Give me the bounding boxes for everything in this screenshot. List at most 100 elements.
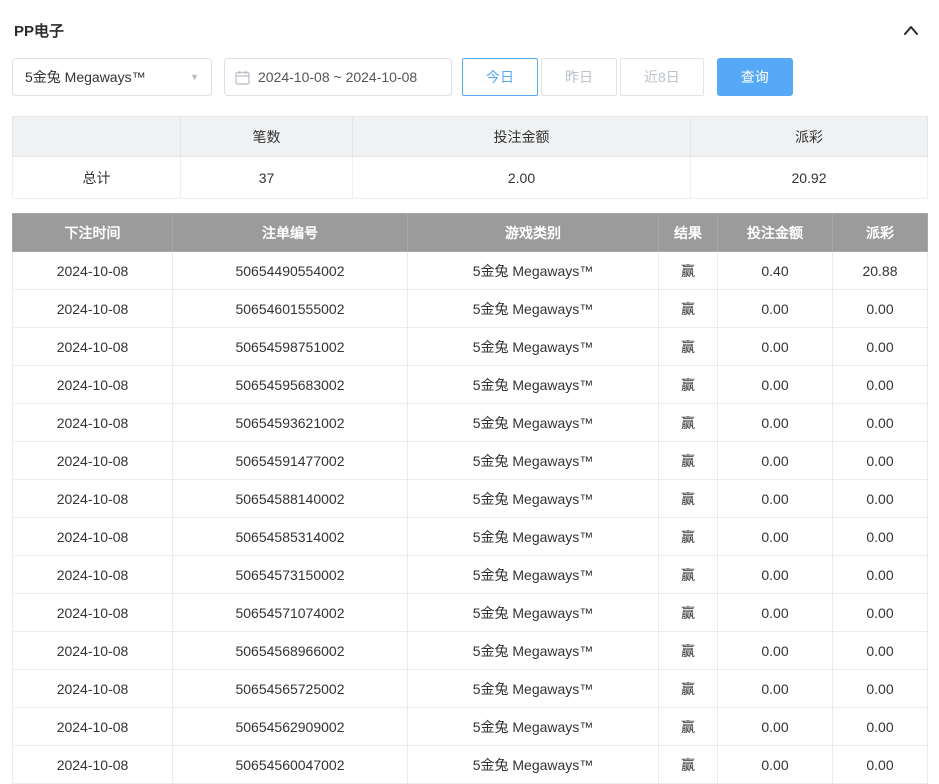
cell-order_no: 50654562909002	[173, 708, 408, 746]
header-result: 结果	[659, 214, 718, 252]
table-row: 2024-10-08506545689660025金兔 Megaways™赢0.…	[13, 632, 928, 670]
cell-game: 5金兔 Megaways™	[408, 556, 659, 594]
panel-header: PP电子	[12, 10, 927, 56]
cell-time: 2024-10-08	[13, 556, 173, 594]
cell-order_no: 50654593621002	[173, 404, 408, 442]
cell-game: 5金兔 Megaways™	[408, 290, 659, 328]
summary-total-row: 总计 37 2.00 20.92	[13, 157, 928, 199]
header-bet-time: 下注时间	[13, 214, 173, 252]
summary-total-count: 37	[181, 157, 353, 199]
quick-range-today-button[interactable]: 今日	[462, 58, 538, 96]
cell-payout: 0.00	[833, 670, 928, 708]
cell-result: 赢	[659, 366, 718, 404]
calendar-icon	[235, 70, 250, 85]
cell-payout: 0.00	[833, 556, 928, 594]
cell-game: 5金兔 Megaways™	[408, 746, 659, 784]
cell-result: 赢	[659, 708, 718, 746]
panel-title: PP电子	[14, 20, 64, 41]
quick-range-group: 今日 昨日 近8日	[462, 58, 704, 96]
summary-table: 笔数 投注金额 派彩 总计 37 2.00 20.92	[12, 116, 928, 199]
cell-order_no: 50654571074002	[173, 594, 408, 632]
cell-bet: 0.00	[718, 442, 833, 480]
cell-bet: 0.00	[718, 366, 833, 404]
summary-header-bet: 投注金额	[353, 117, 691, 157]
bet-table: 下注时间 注单编号 游戏类别 结果 投注金额 派彩 2024-10-085065…	[12, 213, 928, 784]
cell-bet: 0.00	[718, 632, 833, 670]
cell-bet: 0.00	[718, 746, 833, 784]
cell-time: 2024-10-08	[13, 518, 173, 556]
cell-bet: 0.00	[718, 480, 833, 518]
header-bet-amount: 投注金额	[718, 214, 833, 252]
table-row: 2024-10-08506545657250025金兔 Megaways™赢0.…	[13, 670, 928, 708]
table-row: 2024-10-08506545710740025金兔 Megaways™赢0.…	[13, 594, 928, 632]
summary-total-payout: 20.92	[691, 157, 928, 199]
table-row: 2024-10-08506545956830025金兔 Megaways™赢0.…	[13, 366, 928, 404]
search-button[interactable]: 查询	[717, 58, 793, 96]
cell-result: 赢	[659, 328, 718, 366]
cell-game: 5金兔 Megaways™	[408, 366, 659, 404]
bet-table-body: 2024-10-08506544905540025金兔 Megaways™赢0.…	[13, 252, 928, 784]
cell-order_no: 50654588140002	[173, 480, 408, 518]
cell-result: 赢	[659, 594, 718, 632]
summary-header-row: 笔数 投注金额 派彩	[13, 117, 928, 157]
table-row: 2024-10-08506545987510025金兔 Megaways™赢0.…	[13, 328, 928, 366]
cell-result: 赢	[659, 252, 718, 290]
cell-bet: 0.00	[718, 670, 833, 708]
cell-game: 5金兔 Megaways™	[408, 670, 659, 708]
cell-time: 2024-10-08	[13, 708, 173, 746]
cell-game: 5金兔 Megaways™	[408, 708, 659, 746]
cell-game: 5金兔 Megaways™	[408, 252, 659, 290]
cell-time: 2024-10-08	[13, 480, 173, 518]
game-select[interactable]: 5金兔 Megaways™ ▼	[12, 58, 212, 96]
cell-payout: 20.88	[833, 252, 928, 290]
cell-bet: 0.00	[718, 708, 833, 746]
cell-bet: 0.00	[718, 328, 833, 366]
table-row: 2024-10-08506545853140025金兔 Megaways™赢0.…	[13, 518, 928, 556]
table-row: 2024-10-08506545629090025金兔 Megaways™赢0.…	[13, 708, 928, 746]
cell-payout: 0.00	[833, 594, 928, 632]
caret-down-icon: ▼	[190, 73, 199, 82]
cell-bet: 0.00	[718, 404, 833, 442]
cell-order_no: 50654601555002	[173, 290, 408, 328]
cell-time: 2024-10-08	[13, 404, 173, 442]
cell-game: 5金兔 Megaways™	[408, 632, 659, 670]
quick-range-last8days-button[interactable]: 近8日	[620, 58, 704, 96]
table-row: 2024-10-08506544905540025金兔 Megaways™赢0.…	[13, 252, 928, 290]
cell-payout: 0.00	[833, 328, 928, 366]
bet-table-header-row: 下注时间 注单编号 游戏类别 结果 投注金额 派彩	[13, 214, 928, 252]
filter-bar: 5金兔 Megaways™ ▼ 2024-10-08 ~ 2024-10-08 …	[12, 58, 927, 96]
cell-bet: 0.00	[718, 518, 833, 556]
cell-bet: 0.00	[718, 290, 833, 328]
cell-bet: 0.00	[718, 594, 833, 632]
quick-range-yesterday-button[interactable]: 昨日	[541, 58, 617, 96]
cell-result: 赢	[659, 556, 718, 594]
table-row: 2024-10-08506545914770025金兔 Megaways™赢0.…	[13, 442, 928, 480]
cell-order_no: 50654490554002	[173, 252, 408, 290]
cell-result: 赢	[659, 480, 718, 518]
cell-order_no: 50654595683002	[173, 366, 408, 404]
summary-total-label: 总计	[13, 157, 181, 199]
summary-header-payout: 派彩	[691, 117, 928, 157]
table-row: 2024-10-08506545731500025金兔 Megaways™赢0.…	[13, 556, 928, 594]
cell-game: 5金兔 Megaways™	[408, 594, 659, 632]
cell-payout: 0.00	[833, 290, 928, 328]
cell-order_no: 50654565725002	[173, 670, 408, 708]
cell-payout: 0.00	[833, 708, 928, 746]
cell-time: 2024-10-08	[13, 442, 173, 480]
cell-game: 5金兔 Megaways™	[408, 518, 659, 556]
cell-payout: 0.00	[833, 746, 928, 784]
cell-time: 2024-10-08	[13, 670, 173, 708]
cell-time: 2024-10-08	[13, 632, 173, 670]
chevron-up-icon	[903, 25, 919, 35]
cell-time: 2024-10-08	[13, 252, 173, 290]
table-row: 2024-10-08506545881400025金兔 Megaways™赢0.…	[13, 480, 928, 518]
collapse-button[interactable]	[899, 18, 923, 42]
cell-order_no: 50654585314002	[173, 518, 408, 556]
cell-time: 2024-10-08	[13, 746, 173, 784]
cell-game: 5金兔 Megaways™	[408, 404, 659, 442]
cell-order_no: 50654568966002	[173, 632, 408, 670]
summary-header-count: 笔数	[181, 117, 353, 157]
header-game-category: 游戏类别	[408, 214, 659, 252]
date-range-input[interactable]: 2024-10-08 ~ 2024-10-08	[224, 58, 452, 96]
cell-time: 2024-10-08	[13, 290, 173, 328]
